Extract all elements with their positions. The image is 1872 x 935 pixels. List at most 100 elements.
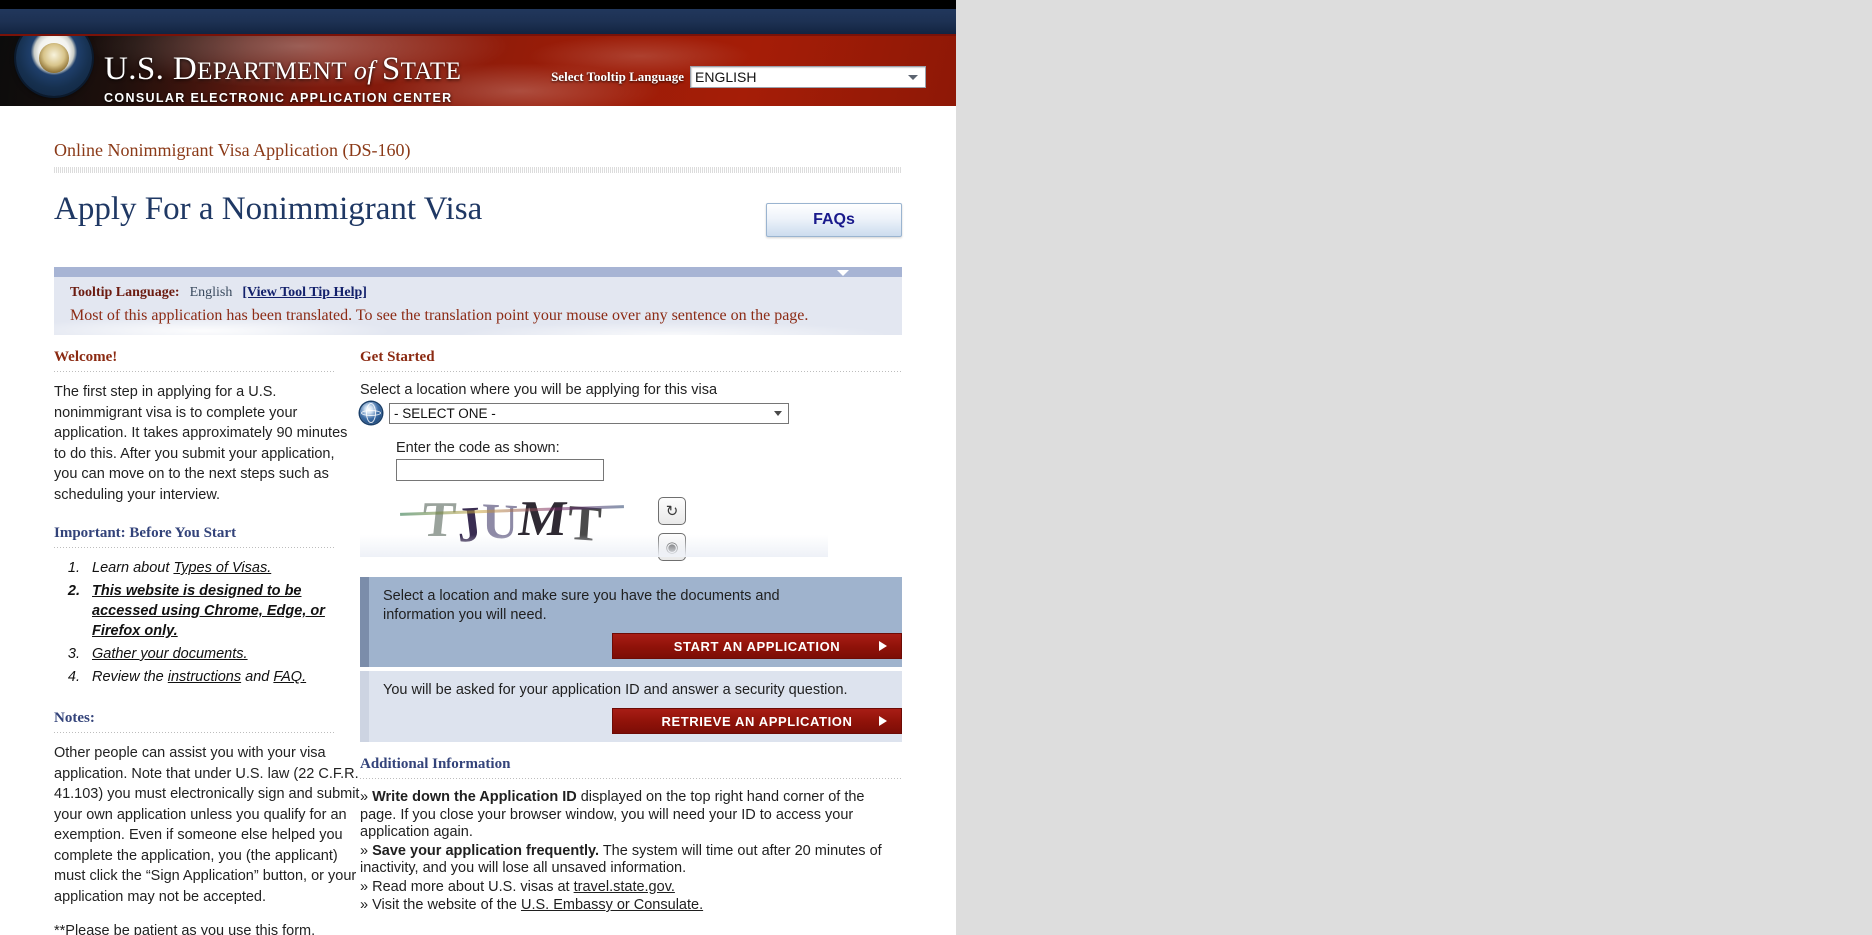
ai-item-4-prefix: Visit the website of the [372, 897, 521, 913]
bullet-icon: » [360, 897, 369, 913]
step4-prefix: Review the [92, 669, 168, 685]
audio-captcha-icon[interactable]: ◉ [658, 533, 686, 561]
start-application-panel: Select a location and make sure you have… [360, 577, 902, 667]
travel-state-gov-link[interactable]: travel.state.gov. [574, 879, 675, 895]
tooltip-language-current: English [189, 285, 233, 300]
location-select[interactable]: - SELECT ONE - [389, 402, 789, 424]
two-column-layout: Welcome! The first step in applying for … [0, 335, 956, 935]
faq-link[interactable]: FAQ. [273, 669, 306, 685]
retrieve-panel-text: You will be asked for your application I… [383, 682, 848, 698]
chevron-down-icon [908, 75, 918, 80]
list-item: Learn about Types of Visas. [84, 558, 360, 578]
additional-information-section: Additional Information » Write down the … [360, 756, 902, 915]
application-page: U.S. DEPARTMENT of STATE CONSULAR ELECTR… [0, 0, 956, 935]
gather-documents-link[interactable]: Gather your documents. [92, 646, 248, 662]
important-divider [54, 547, 334, 548]
tooltip-translation-message: Most of this application has been transl… [70, 307, 809, 324]
list-item: Review the instructions and FAQ. [84, 667, 360, 687]
bullet-icon: » [360, 878, 369, 895]
tooltip-language-row: Tooltip Language: English [View Tool Tip… [70, 285, 886, 301]
welcome-divider [54, 371, 334, 372]
patience-text: **Please be patient as you use this form… [54, 923, 316, 935]
additional-information-heading: Additional Information [360, 756, 511, 772]
tooltip-language-select[interactable]: ENGLISH [690, 66, 926, 88]
right-column: Get Started Select a location where you … [360, 349, 902, 935]
types-of-visas-link[interactable]: Types of Visas. [173, 560, 271, 576]
tooltip-panel: Tooltip Language: English [View Tool Tip… [54, 267, 902, 335]
notes-text: Other people can assist you with your vi… [54, 745, 360, 905]
tooltip-language-value: ENGLISH [695, 69, 757, 85]
list-item: » Save your application frequently. The … [360, 843, 902, 878]
tooltip-language-key: Tooltip Language: [70, 285, 180, 300]
brand-us: U.S. D [104, 51, 198, 87]
view-tool-tip-help-link[interactable]: [View Tool Tip Help] [242, 285, 367, 301]
tooltip-panel-body: Tooltip Language: English [View Tool Tip… [54, 277, 902, 335]
captcha-buttons: ↻ ◉ [658, 493, 686, 561]
tooltip-panel-bar [54, 267, 902, 281]
left-column: Welcome! The first step in applying for … [0, 349, 360, 935]
list-item: » Visit the website of the U.S. Embassy … [360, 897, 902, 915]
notes-heading: Notes: [54, 710, 95, 726]
bullet-icon: » [360, 789, 369, 805]
panel-edge [360, 577, 369, 667]
start-panel-inner: Select a location and make sure you have… [369, 577, 902, 667]
list-item: » Read more about U.S. visas at travel.s… [360, 879, 902, 897]
panel-edge [360, 671, 369, 742]
retrieve-an-application-button[interactable]: RETRIEVE AN APPLICATION [612, 708, 902, 734]
arrow-right-icon [879, 641, 887, 651]
refresh-captcha-icon[interactable]: ↻ [658, 497, 686, 525]
step1-prefix: Learn about [92, 560, 174, 576]
additional-information-divider [360, 778, 902, 779]
captcha-code-block: Enter the code as shown: [396, 440, 902, 481]
arrow-right-icon [879, 716, 887, 726]
breadcrumb-divider [54, 167, 902, 173]
tooltip-language-label: Select Tooltip Language [551, 69, 684, 84]
start-an-application-button[interactable]: START AN APPLICATION [612, 633, 902, 659]
get-started-divider [360, 371, 902, 372]
action-panels: Select a location and make sure you have… [360, 577, 902, 742]
page-content: Online Nonimmigrant Visa Application (DS… [0, 106, 956, 935]
before-you-start-list: Learn about Types of Visas. This website… [54, 558, 360, 687]
site-banner: U.S. DEPARTMENT of STATE CONSULAR ELECTR… [0, 36, 956, 106]
tooltip-language-selector-group: Select Tooltip Language ENGLISH [551, 66, 926, 88]
instructions-link[interactable]: instructions [168, 669, 241, 685]
chevron-down-icon [774, 411, 782, 416]
title-row: Apply For a Nonimmigrant Visa FAQs [0, 173, 956, 237]
welcome-text: The first step in applying for a U.S. no… [54, 384, 348, 503]
start-panel-text: Select a location and make sure you have… [383, 588, 780, 623]
important-heading: Important: Before You Start [54, 525, 237, 541]
get-started-heading: Get Started [360, 349, 435, 365]
retrieve-panel-inner: You will be asked for your application I… [369, 671, 902, 742]
list-item: » Write down the Application ID displaye… [360, 789, 902, 842]
brand-epartment: EPARTMENT [197, 58, 347, 85]
code-input[interactable] [396, 459, 604, 481]
brand-of: of [346, 56, 382, 85]
brand-s: S [381, 51, 401, 87]
embassy-or-consulate-link[interactable]: U.S. Embassy or Consulate. [521, 897, 703, 913]
faqs-button[interactable]: FAQs [766, 203, 902, 237]
list-item: Gather your documents. [84, 644, 360, 664]
ai-item-3-prefix: Read more about U.S. visas at [372, 878, 574, 895]
brand-subtitle: CONSULAR ELECTRONIC APPLICATION CENTER [104, 91, 453, 105]
list-item[interactable]: This website is designed to be accessed … [84, 581, 360, 641]
step4-mid: and [241, 669, 274, 685]
navy-band [0, 9, 956, 36]
site-brand: U.S. DEPARTMENT of STATE CONSULAR ELECTR… [104, 52, 461, 105]
brand-tate: TATE [400, 58, 462, 85]
bullet-icon: » [360, 842, 369, 859]
notes-divider [54, 732, 334, 733]
code-label: Enter the code as shown: [396, 440, 560, 456]
location-select-value: - SELECT ONE - [394, 405, 496, 421]
ai-item-1-bold: Write down the Application ID [372, 789, 577, 805]
location-select-row: - SELECT ONE - [360, 402, 902, 424]
additional-information-list: » Write down the Application ID displaye… [360, 789, 902, 915]
retrieve-application-panel: You will be asked for your application I… [360, 671, 902, 742]
retrieve-button-label: RETRIEVE AN APPLICATION [661, 713, 853, 729]
department-of-state-seal-icon [16, 36, 92, 96]
captcha-image: TJUMT [396, 493, 628, 549]
triangle-down-icon [837, 270, 849, 276]
ai-item-2-bold: Save your application frequently. [372, 842, 600, 859]
welcome-heading: Welcome! [54, 349, 118, 365]
captcha-row: TJUMT ↻ ◉ [360, 493, 902, 561]
start-button-label: START AN APPLICATION [673, 638, 841, 654]
